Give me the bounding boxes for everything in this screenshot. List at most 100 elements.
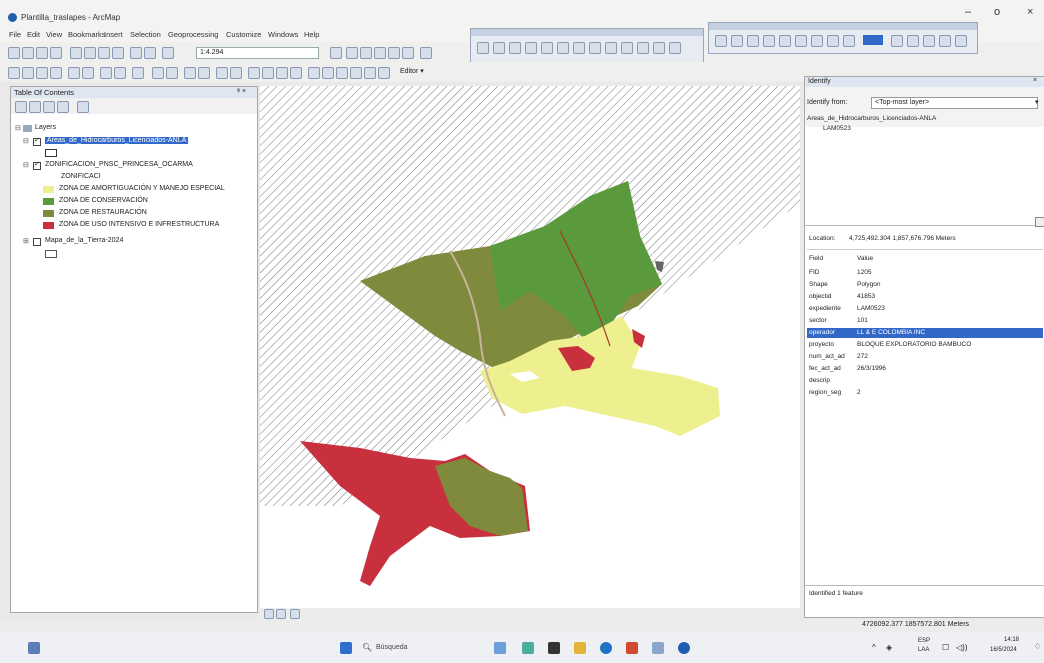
tool-icon[interactable] [541, 42, 553, 54]
magnifier-icon[interactable] [336, 67, 348, 79]
chevron-down-icon[interactable]: ▾ [1035, 98, 1039, 106]
identify-icon[interactable] [166, 67, 178, 79]
flicker-icon[interactable] [290, 67, 302, 79]
adjust-icon[interactable] [378, 67, 390, 79]
collapse-layer1-icon[interactable]: ⊟ [23, 137, 29, 145]
tool-icon[interactable] [509, 42, 521, 54]
toc-window-icon[interactable] [346, 47, 358, 59]
editor-toolbar-icon[interactable] [330, 47, 342, 59]
full-extent-icon[interactable] [50, 67, 62, 79]
tree-node-feature[interactable]: LAM0523 [823, 125, 851, 132]
selected-layer-label[interactable]: Areas_de_Hidrocarburos_Licenciados-ANLA [45, 137, 189, 144]
expand-layer3-icon[interactable]: ⊞ [23, 237, 29, 245]
python-window-icon[interactable] [402, 47, 414, 59]
language-layout[interactable]: LAA [918, 647, 929, 653]
map-scale-input[interactable]: 1:4.294 [196, 47, 319, 59]
editor-menu[interactable]: Editor ▾ [400, 67, 424, 75]
tool-icon[interactable] [637, 42, 649, 54]
pan-icon[interactable] [36, 67, 48, 79]
store-icon[interactable] [548, 642, 560, 654]
widgets-icon[interactable] [28, 642, 40, 654]
windows-start-icon[interactable] [340, 642, 352, 654]
forward-icon[interactable] [114, 67, 126, 79]
overview-icon[interactable] [322, 67, 334, 79]
back-icon[interactable] [100, 67, 112, 79]
model-builder-icon[interactable] [420, 47, 432, 59]
swipe-icon[interactable] [276, 67, 288, 79]
toc-options-icon[interactable] [77, 101, 89, 113]
search-window-icon[interactable] [374, 47, 386, 59]
collapse-layer2-icon[interactable]: ⊟ [23, 161, 29, 169]
menu-selection[interactable]: Selection [130, 30, 161, 39]
arctoolbox-icon[interactable] [388, 47, 400, 59]
attribute-value[interactable]: LL & E COLOMBIA INC [857, 329, 925, 336]
tool-icon[interactable] [891, 35, 903, 47]
legend-swatch-amortiguacion[interactable] [43, 186, 54, 193]
find-icon[interactable] [184, 67, 196, 79]
open-folder-icon[interactable] [22, 47, 34, 59]
tool-icon[interactable] [605, 42, 617, 54]
toc-close-button[interactable]: ᵠ × [237, 88, 246, 95]
tool-icon[interactable] [653, 42, 665, 54]
menu-geoprocessing[interactable]: Geoprocessing [168, 30, 218, 39]
viewer-icon[interactable] [308, 67, 320, 79]
weather-icon[interactable] [494, 642, 506, 654]
office-icon[interactable] [626, 642, 638, 654]
layer-mapa-tierra[interactable]: Mapa_de_la_Tierra-2024 [45, 237, 123, 244]
edge-icon[interactable] [600, 642, 612, 654]
tool-icon[interactable] [715, 35, 727, 47]
layer-areas-hidrocarburos[interactable]: Areas_de_Hidrocarburos_Licenciados-ANLA [45, 137, 189, 144]
tool-icon[interactable] [763, 35, 775, 47]
layers-root-label[interactable]: Layers [35, 124, 56, 131]
arcmap-taskbar-icon[interactable] [678, 642, 690, 654]
fixed-zoom-in-icon[interactable] [68, 67, 80, 79]
tool-icon[interactable] [477, 42, 489, 54]
select-features-icon[interactable] [132, 67, 144, 79]
redo-icon[interactable] [144, 47, 156, 59]
menu-insert[interactable]: Insert [104, 30, 123, 39]
save-icon[interactable] [36, 47, 48, 59]
tool-icon[interactable] [955, 35, 967, 47]
taskbar-search[interactable]: Búsqueda [376, 644, 408, 651]
new-document-icon[interactable] [8, 47, 20, 59]
tool-icon[interactable] [827, 35, 839, 47]
measure-icon[interactable] [198, 67, 210, 79]
tool-icon[interactable] [747, 35, 759, 47]
identify-from-dropdown[interactable]: <Top-most layer> [871, 97, 1038, 109]
tool-icon[interactable] [669, 42, 681, 54]
clock-time[interactable]: 14:18 [1004, 637, 1019, 643]
list-by-visibility-icon[interactable] [43, 101, 55, 113]
close-button[interactable]: × [1027, 6, 1033, 18]
menu-customize[interactable]: Customize [226, 30, 261, 39]
notification-bell-icon[interactable]: ♢ [1034, 642, 1041, 651]
select-elements-icon[interactable] [152, 67, 164, 79]
layout-icon[interactable] [364, 67, 376, 79]
tree-node-layer[interactable]: Areas_de_Hidrocarburos_Licenciados-ANLA [807, 115, 936, 122]
menu-windows[interactable]: Windows [268, 30, 298, 39]
tool-icon[interactable] [557, 42, 569, 54]
layer1-symbol-swatch[interactable] [45, 149, 57, 157]
clock-date[interactable]: 16/5/2024 [990, 647, 1017, 653]
tool-icon[interactable] [589, 42, 601, 54]
tool-icon[interactable] [525, 42, 537, 54]
menu-file[interactable]: File [9, 30, 21, 39]
html-popup-icon[interactable] [216, 67, 228, 79]
delete-icon[interactable] [112, 47, 124, 59]
minimize-button[interactable]: – [965, 6, 971, 18]
tool-icon[interactable] [843, 35, 855, 47]
data-view-icon[interactable] [264, 609, 274, 619]
wifi-icon[interactable]: ☐ [942, 643, 949, 652]
tool-icon[interactable] [811, 35, 823, 47]
search-icon[interactable]: 🔍︎ [362, 643, 372, 652]
cut-icon[interactable] [70, 47, 82, 59]
maximize-button[interactable]: o [994, 6, 1000, 18]
map-display[interactable] [260, 86, 800, 613]
legend-swatch-uso-intensivo[interactable] [43, 222, 54, 229]
tool-icon[interactable] [779, 35, 791, 47]
go-to-xy-icon[interactable] [248, 67, 260, 79]
list-by-source-icon[interactable] [29, 101, 41, 113]
zoom-in-icon[interactable] [8, 67, 20, 79]
legend-swatch-restauracion[interactable] [43, 210, 54, 217]
chevron-up-icon[interactable]: ^ [872, 643, 876, 652]
tool-icon[interactable] [731, 35, 743, 47]
